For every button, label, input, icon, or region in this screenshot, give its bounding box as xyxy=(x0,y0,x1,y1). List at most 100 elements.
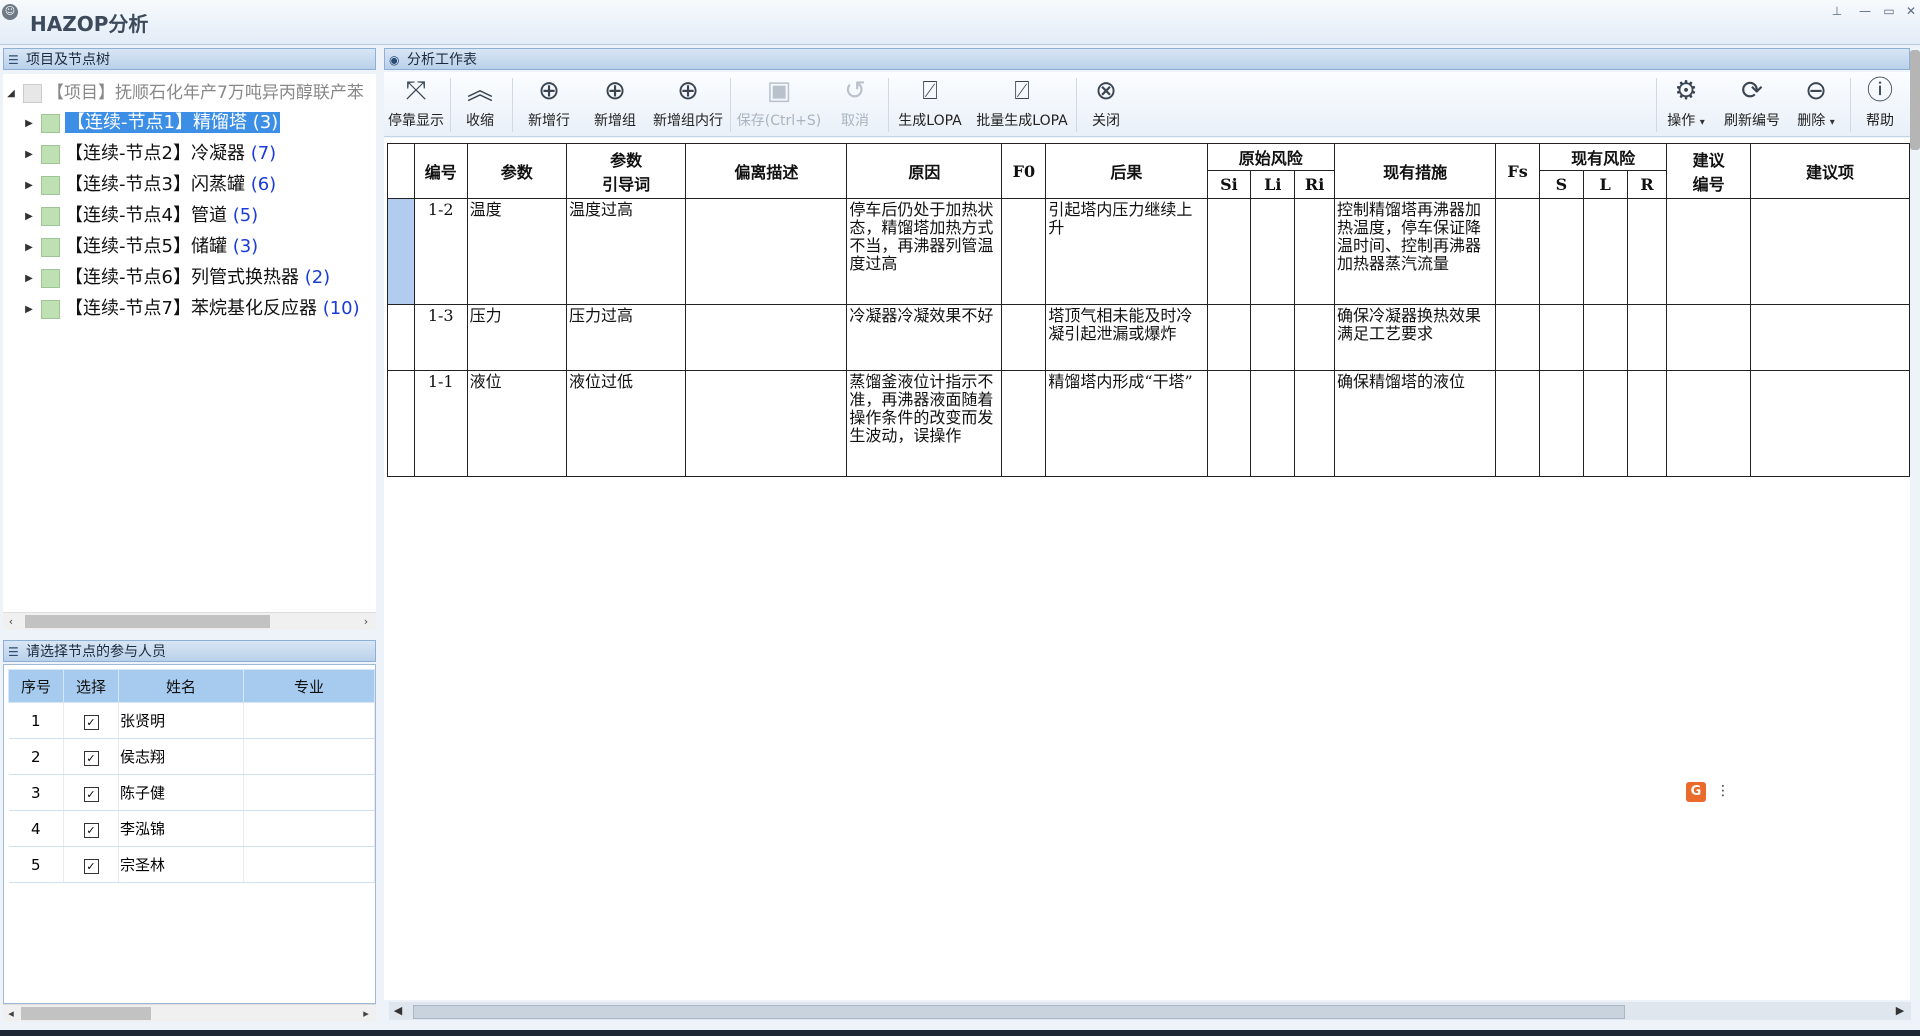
col-header-guideword[interactable]: 参数 引导词 xyxy=(566,143,687,199)
more-options-icon[interactable]: ⋮ xyxy=(1716,783,1730,799)
cell-fs[interactable] xyxy=(1495,304,1540,371)
expand-arrow-icon[interactable]: ▶ xyxy=(21,304,37,315)
col-header-fs[interactable]: Fs xyxy=(1495,143,1540,199)
scroll-thumb[interactable] xyxy=(25,615,270,628)
col-header-r[interactable]: R xyxy=(1626,170,1668,199)
cell-consequence[interactable]: 引起塔内压力继续上升 xyxy=(1045,198,1208,305)
col-header-suggestion-no[interactable]: 建议 编号 xyxy=(1666,143,1751,199)
row-selector[interactable] xyxy=(387,198,415,305)
cell-l[interactable] xyxy=(1582,304,1628,371)
col-header-f0[interactable]: F0 xyxy=(1001,143,1047,199)
tree-node-5[interactable]: ▶ 【连续-节点5】储罐 (3) xyxy=(21,232,258,258)
col-header-suggestion[interactable]: 建议项 xyxy=(1749,143,1911,199)
col-header-measures[interactable]: 现有措施 xyxy=(1334,143,1497,199)
select-checkbox[interactable]: ✓ xyxy=(83,786,99,802)
scroll-thumb[interactable] xyxy=(413,1005,1625,1019)
table-row[interactable]: 1-2 温度 温度过高 停车后仍处于加热状态，精馏塔加热方式不当，再沸器列管温度… xyxy=(387,198,1911,305)
collapse-button[interactable]: ︽ 收缩 xyxy=(454,76,506,134)
cell-measures[interactable]: 控制精馏塔再沸器加热温度，停车保证降温时间、控制再沸器加热器蒸汽流量 xyxy=(1334,198,1497,305)
cell-measures[interactable]: 确保精馏塔的液位 xyxy=(1334,370,1497,477)
scroll-right-icon[interactable]: ▸ xyxy=(358,1005,374,1023)
tree-node-4[interactable]: ▶ 【连续-节点4】管道 (5) xyxy=(21,201,258,227)
close-icon[interactable]: ✕ xyxy=(1898,2,1920,20)
cell-f0[interactable] xyxy=(1001,198,1047,305)
table-row[interactable]: 4 ✓ 李泓锦 xyxy=(8,810,375,847)
cell-s[interactable] xyxy=(1538,304,1584,371)
col-header-ri[interactable]: Ri xyxy=(1294,170,1336,199)
cell-si[interactable] xyxy=(1206,198,1252,305)
col-header-li[interactable]: Li xyxy=(1250,170,1296,199)
table-row[interactable]: 1-3 压力 压力过高 冷凝器冷凝效果不好 塔顶气相未能及时冷凝引起泄漏或爆炸 … xyxy=(387,304,1911,371)
cell-f0[interactable] xyxy=(1001,304,1047,371)
cell-fs[interactable] xyxy=(1495,198,1540,305)
expand-arrow-icon[interactable]: ▶ xyxy=(21,242,37,253)
cell-si[interactable] xyxy=(1206,370,1252,477)
expand-arrow-icon[interactable]: ▶ xyxy=(21,180,37,191)
col-header-l[interactable]: L xyxy=(1582,170,1628,199)
worksheet-hscroll[interactable]: ◀ ▶ xyxy=(389,1002,1911,1020)
tree-checkbox[interactable] xyxy=(23,83,42,103)
cancel-button[interactable]: ↺ 取消 xyxy=(830,76,880,134)
expand-arrow-icon[interactable]: ▶ xyxy=(21,149,37,160)
select-checkbox[interactable]: ✓ xyxy=(83,750,99,766)
scroll-right-icon[interactable]: › xyxy=(358,613,374,631)
col-header-consequence[interactable]: 后果 xyxy=(1045,143,1208,199)
cell-suggestion-no[interactable] xyxy=(1666,304,1751,371)
cell-deviation[interactable] xyxy=(685,370,848,477)
cell-param[interactable]: 温度 xyxy=(466,198,568,305)
select-checkbox[interactable]: ✓ xyxy=(83,714,99,730)
table-row[interactable]: 2 ✓ 侯志翔 xyxy=(8,738,375,775)
delete-button[interactable]: ⊖ 删除 ▾ xyxy=(1790,76,1842,134)
cell-ri[interactable] xyxy=(1294,304,1336,371)
tree-checkbox[interactable] xyxy=(41,299,60,319)
cell-suggestion[interactable] xyxy=(1749,198,1911,305)
cell-param[interactable]: 压力 xyxy=(466,304,568,371)
collapse-arrow-icon[interactable]: ◢ xyxy=(3,88,19,99)
tree-root[interactable]: ◢ 【项目】抚顺石化年产7万吨异丙醇联产苯 xyxy=(3,78,375,104)
cell-param[interactable]: 液位 xyxy=(466,370,568,477)
col-header-param[interactable]: 参数 xyxy=(466,143,568,199)
tree-node-6[interactable]: ▶ 【连续-节点6】列管式换热器 (2) xyxy=(21,263,330,289)
tree-checkbox[interactable] xyxy=(41,175,60,195)
col-header-no[interactable]: 编号 xyxy=(413,143,468,199)
col-header-no[interactable]: 序号 xyxy=(8,669,64,703)
table-row[interactable]: 3 ✓ 陈子健 xyxy=(8,774,375,811)
cell-cause[interactable]: 冷凝器冷凝效果不好 xyxy=(846,304,1003,371)
cell-l[interactable] xyxy=(1582,198,1628,305)
col-header-original-risk[interactable]: 原始风险 xyxy=(1206,143,1336,171)
cell-cause[interactable]: 蒸馏釜液位计指示不准，再沸器液面随着操作条件的改变而发生波动，误操作 xyxy=(846,370,1003,477)
cell-guideword[interactable]: 液位过低 xyxy=(566,370,687,477)
col-header-select[interactable]: 选择 xyxy=(63,669,119,703)
scroll-thumb[interactable] xyxy=(21,1007,151,1020)
cell-ri[interactable] xyxy=(1294,370,1336,477)
generate-lopa-button[interactable]: ⍁ 生成LOPA xyxy=(892,76,968,134)
tree-node-1[interactable]: ▶ 【连续-节点1】精馏塔 (3) xyxy=(21,108,281,134)
scroll-right-icon[interactable]: ▶ xyxy=(1891,1002,1909,1020)
add-group-button[interactable]: ⊕ 新增组 xyxy=(588,76,642,134)
cell-l[interactable] xyxy=(1582,370,1628,477)
cell-fs[interactable] xyxy=(1495,370,1540,477)
participants-hscroll[interactable]: ◂ ▸ xyxy=(3,1004,376,1022)
add-row-button[interactable]: ⊕ 新增行 xyxy=(522,76,576,134)
col-header-current-risk[interactable]: 现有风险 xyxy=(1538,143,1668,171)
cell-deviation[interactable] xyxy=(685,304,848,371)
expand-arrow-icon[interactable]: ▶ xyxy=(21,273,37,284)
dock-button[interactable]: ⤧ 停靠显示 xyxy=(386,76,446,134)
cell-ri[interactable] xyxy=(1294,198,1336,305)
cell-deviation[interactable] xyxy=(685,198,848,305)
cell-consequence[interactable]: 精馏塔内形成“干塔” xyxy=(1045,370,1208,477)
cell-no[interactable]: 1-2 xyxy=(413,198,468,305)
cell-suggestion-no[interactable] xyxy=(1666,370,1751,477)
col-header-major[interactable]: 专业 xyxy=(243,669,375,703)
participant-major[interactable] xyxy=(243,702,375,739)
cell-guideword[interactable]: 压力过高 xyxy=(566,304,687,371)
cell-si[interactable] xyxy=(1206,304,1252,371)
select-checkbox[interactable]: ✓ xyxy=(83,858,99,874)
cell-guideword[interactable]: 温度过高 xyxy=(566,198,687,305)
participant-major[interactable] xyxy=(243,738,375,775)
cell-li[interactable] xyxy=(1250,198,1296,305)
grammarly-icon[interactable]: G xyxy=(1686,782,1706,802)
scroll-left-icon[interactable]: ‹ xyxy=(3,613,19,631)
scroll-left-icon[interactable]: ◂ xyxy=(3,1005,19,1023)
expand-arrow-icon[interactable]: ▶ xyxy=(21,211,37,222)
